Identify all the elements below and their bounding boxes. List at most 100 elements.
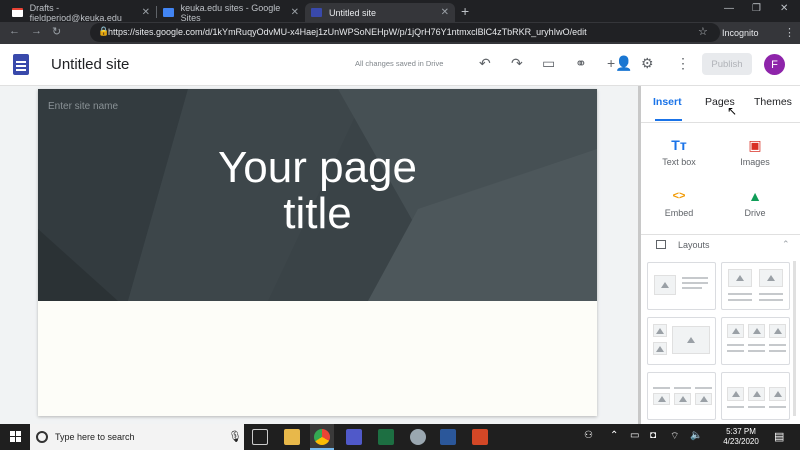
browser-tab-strip: Drafts - fieldperiod@keuka.edu ✕ keuka.e…	[0, 0, 800, 23]
tab-untitled-site[interactable]: Untitled site ✕	[305, 3, 455, 22]
site-name-input[interactable]: Enter site name	[48, 101, 118, 112]
restore-icon[interactable]: ❐	[752, 3, 761, 14]
close-icon[interactable]: ✕	[441, 7, 449, 18]
page-title-line-2: title	[283, 189, 352, 238]
insert-images[interactable]: ▣ Images	[725, 136, 785, 167]
insert-text-box[interactable]: Tт Text box	[649, 136, 709, 167]
page-title-line-1: Your page	[217, 143, 417, 192]
insert-item-label: Embed	[664, 208, 694, 218]
layout-thumbnail[interactable]	[721, 372, 790, 420]
divider	[641, 122, 800, 123]
windows-start-icon[interactable]	[10, 431, 22, 443]
chrome-icon[interactable]	[314, 429, 330, 445]
close-window-icon[interactable]: ✕	[780, 3, 788, 14]
page-body-section[interactable]	[38, 301, 597, 416]
insert-item-label: Images	[740, 157, 770, 167]
bookmark-star-icon[interactable]: ☆	[698, 25, 708, 38]
file-explorer-icon[interactable]	[284, 429, 300, 445]
clock-date: 4/23/2020	[723, 437, 759, 446]
word-icon[interactable]	[440, 429, 456, 445]
header-banner[interactable]: Enter site name Your page title	[38, 89, 597, 301]
incognito-label: Incognito	[722, 28, 759, 38]
layouts-label: Layouts	[678, 240, 710, 250]
powerpoint-icon[interactable]	[472, 429, 488, 445]
tab-keuka-sites[interactable]: keuka.edu sites - Google Sites ✕	[157, 2, 305, 23]
layout-thumbnail[interactable]	[647, 262, 716, 310]
layout-thumbnail[interactable]	[647, 317, 716, 365]
google-sites-icon	[163, 8, 174, 17]
publish-button[interactable]: Publish	[702, 53, 752, 75]
tab-insert[interactable]: Insert	[653, 96, 682, 108]
battery-icon[interactable]: ▭	[630, 430, 639, 441]
microphone-icon[interactable]: 🎙	[228, 430, 242, 443]
notifications-icon[interactable]: ▤	[774, 430, 784, 443]
volume-icon[interactable]: 🔈	[690, 430, 702, 441]
tab-title: Untitled site	[329, 7, 377, 18]
insert-drive[interactable]: ▲ Drive	[725, 187, 785, 218]
site-page: Enter site name Your page title	[38, 89, 597, 416]
back-icon[interactable]: ←	[9, 25, 20, 37]
tab-title: keuka.edu sites - Google Sites	[180, 2, 281, 23]
excel-icon[interactable]	[378, 429, 394, 445]
insert-item-label: Drive	[744, 208, 766, 218]
site-title[interactable]: Untitled site	[51, 56, 129, 73]
copy-link-icon[interactable]: ⚭	[575, 55, 587, 72]
new-tab-button[interactable]: +	[461, 3, 469, 19]
google-sites-icon	[311, 8, 322, 17]
app-icon[interactable]	[410, 429, 426, 445]
collapse-chevron-icon[interactable]: ⌃	[782, 239, 790, 250]
panel-scrollbar[interactable]	[793, 261, 796, 416]
undo-icon[interactable]: ↶	[479, 55, 491, 72]
tab-title: Drafts - fieldperiod@keuka.edu	[29, 2, 122, 23]
layouts-icon	[656, 240, 666, 249]
forward-icon[interactable]: →	[31, 25, 42, 37]
avatar[interactable]: F	[764, 54, 785, 75]
layouts-section-header[interactable]: Layouts ⌃	[641, 234, 800, 256]
task-view-icon[interactable]	[252, 429, 268, 445]
clock-time: 5:37 PM	[726, 427, 756, 436]
layout-thumbnail[interactable]	[721, 317, 790, 365]
close-icon[interactable]: ✕	[142, 7, 150, 18]
insert-item-label: Text box	[662, 157, 696, 167]
minimize-icon[interactable]: —	[724, 3, 734, 14]
address-bar[interactable]: 🔒 https://sites.google.com/d/1kYmRuqyOdv…	[90, 23, 720, 42]
browser-toolbar: ← → ↻ 🔒 https://sites.google.com/d/1kYmR…	[0, 22, 800, 44]
teams-icon[interactable]	[346, 429, 362, 445]
text-box-icon: Tт	[671, 137, 687, 153]
insert-embed[interactable]: <> Embed	[649, 187, 709, 218]
google-sites-logo-icon[interactable]	[13, 54, 29, 75]
wifi-icon[interactable]: ⌔	[670, 430, 679, 443]
right-side-panel: Insert Pages Themes ↖ Tт Text box ▣ Imag…	[641, 86, 800, 424]
tab-themes[interactable]: Themes	[754, 96, 792, 108]
mouse-cursor-icon: ↖	[727, 104, 738, 118]
embed-icon: <>	[672, 190, 686, 202]
redo-icon[interactable]: ↷	[511, 55, 523, 72]
save-status: All changes saved in Drive	[355, 59, 444, 68]
people-icon[interactable]: ⚇	[584, 430, 593, 441]
layout-thumbnail[interactable]	[647, 372, 716, 420]
taskbar-search-box[interactable]: Type here to search 🎙	[30, 424, 244, 450]
images-icon: ▣	[748, 137, 762, 153]
reload-icon[interactable]: ↻	[52, 25, 61, 38]
close-icon[interactable]: ✕	[291, 7, 299, 18]
drive-icon: ▲	[748, 188, 762, 204]
settings-gear-icon[interactable]: ⚙	[641, 55, 654, 72]
gmail-icon	[12, 8, 23, 17]
chrome-menu-icon[interactable]: ⋮	[784, 26, 795, 39]
cortana-icon	[36, 431, 48, 443]
search-placeholder: Type here to search	[55, 432, 135, 442]
url-text[interactable]: https://sites.google.com/d/1kYmRuqyOdvMU…	[108, 27, 587, 37]
taskbar-clock[interactable]: 5:37 PM 4/23/2020	[716, 427, 766, 447]
sites-header: Untitled site All changes saved in Drive…	[0, 44, 800, 86]
tab-gmail-drafts[interactable]: Drafts - fieldperiod@keuka.edu ✕	[6, 2, 156, 23]
editor-canvas: Enter site name Your page title	[0, 86, 638, 424]
more-options-icon[interactable]: ⋮	[676, 55, 690, 72]
active-tab-indicator	[655, 119, 682, 121]
tray-app-icon[interactable]: ◘	[650, 430, 656, 441]
share-add-person-icon[interactable]: +👤	[607, 55, 633, 72]
preview-devices-icon[interactable]: ▭	[542, 55, 555, 72]
show-hidden-icons-chevron[interactable]: ⌃	[610, 430, 618, 441]
page-title[interactable]: Your page title	[38, 145, 597, 237]
windows-taskbar: Type here to search 🎙 ⚇ ⌃ ▭ ◘ ⌔ 🔈 5:37 P…	[0, 424, 800, 450]
layout-thumbnail[interactable]	[721, 262, 790, 310]
